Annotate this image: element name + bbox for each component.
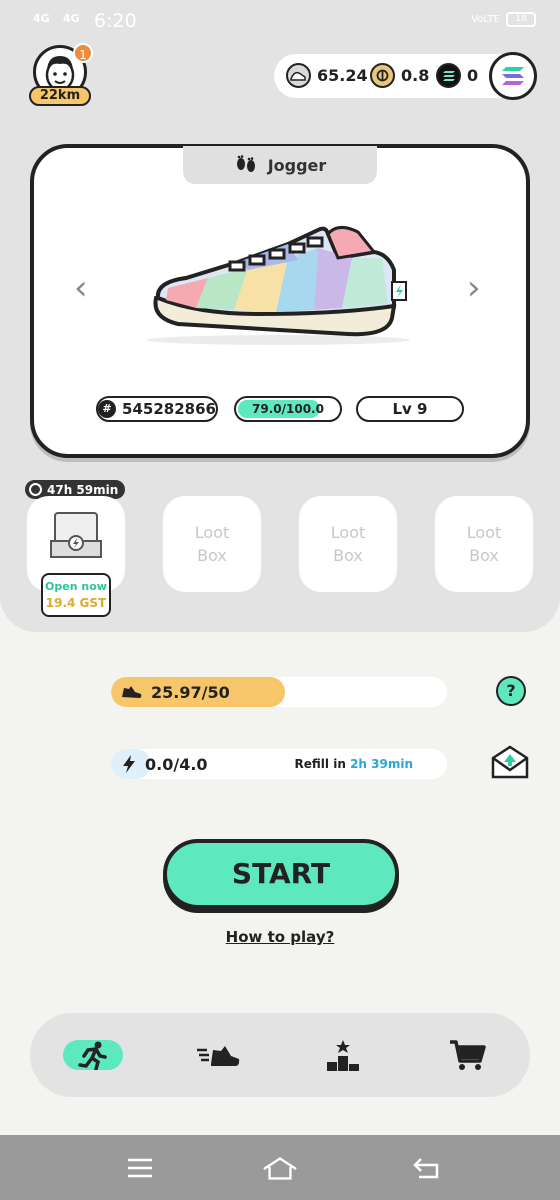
solana-logo-icon (502, 67, 524, 85)
system-nav-bar (0, 1135, 560, 1200)
nav-sneakers[interactable] (188, 1033, 248, 1077)
clock-time: 6:20 (94, 10, 137, 32)
durability-pill: 79.0/100.0 (234, 396, 342, 422)
gst-balance: 65.24 (286, 63, 368, 88)
earning-cap-value: 25.97/50 (151, 682, 230, 702)
lightning-icon (123, 755, 135, 773)
sneaker-icon (197, 1046, 240, 1066)
hash-icon: # (98, 400, 117, 418)
sneaker-id-pill: # 545282866 (96, 396, 218, 422)
durability-value: 79.0/100.0 (252, 402, 324, 416)
battery-icon: 18 (506, 12, 536, 27)
loot-box-slot[interactable]: Loot Box (435, 496, 533, 592)
refill-timer: Refill in 2h 39min (294, 757, 413, 771)
sneaker-image (146, 226, 410, 345)
sneaker-small-icon (122, 686, 142, 698)
sneaker-type-tab: Jogger (183, 146, 377, 184)
menu-icon[interactable] (122, 1153, 158, 1183)
cart-icon (450, 1040, 486, 1070)
mail-envelope-icon[interactable] (490, 744, 530, 780)
help-button[interactable]: ? (496, 676, 526, 706)
open-now-label: Open now (45, 580, 107, 593)
mystery-box-icon (50, 512, 102, 558)
gmt-coin-icon (370, 63, 395, 88)
level-pill: Lv 9 (356, 396, 464, 422)
signal-indicator-2: 4G (63, 12, 80, 25)
loot-box-slot[interactable]: Loot Box (299, 496, 397, 592)
podium-icon (327, 1040, 359, 1071)
how-to-play-link[interactable]: How to play? (0, 928, 560, 946)
energy-value: 0.0/4.0 (145, 754, 208, 774)
gst-coin-icon (286, 63, 311, 88)
running-person-icon (78, 1041, 107, 1070)
energy-bar: 0.0/4.0 Refill in 2h 39min (111, 749, 447, 779)
volte-indicator: VoLTE (471, 14, 500, 25)
loot-box-slot[interactable]: Loot Box (163, 496, 261, 592)
sol-coin-icon (436, 63, 461, 88)
sneaker-type-label: Jogger (267, 155, 327, 175)
gmt-balance: 0.8 (370, 63, 429, 88)
footprints-icon (236, 155, 255, 172)
open-cost-label: 19.4 GST (45, 596, 107, 610)
start-button[interactable]: START (163, 839, 399, 909)
bottom-nav (30, 1013, 530, 1097)
sneaker-id: 545282866 (122, 400, 216, 418)
home-icon[interactable] (262, 1153, 298, 1183)
nav-marketplace[interactable] (437, 1033, 497, 1077)
back-icon[interactable] (408, 1153, 444, 1183)
previous-sneaker-arrow[interactable]: ‹ (74, 268, 88, 308)
open-box-button[interactable]: Open now 19.4 GST (41, 573, 111, 617)
signal-indicator-1: 4G (33, 12, 50, 25)
sneaker-level: Lv 9 (392, 400, 428, 418)
clock-icon (29, 483, 42, 496)
nav-leaderboard[interactable] (313, 1033, 373, 1077)
sol-balance: 0 (436, 63, 478, 88)
nav-run[interactable] (63, 1040, 123, 1070)
earning-cap-bar: 25.97/50 (111, 677, 447, 707)
notification-badge: 1 (73, 43, 93, 63)
distance-badge: 22km (29, 86, 91, 106)
status-bar: 4G 4G 6:20 VoLTE 18 (0, 0, 560, 44)
wallet-chain-button[interactable] (489, 52, 537, 100)
next-sneaker-arrow[interactable]: › (467, 268, 481, 308)
